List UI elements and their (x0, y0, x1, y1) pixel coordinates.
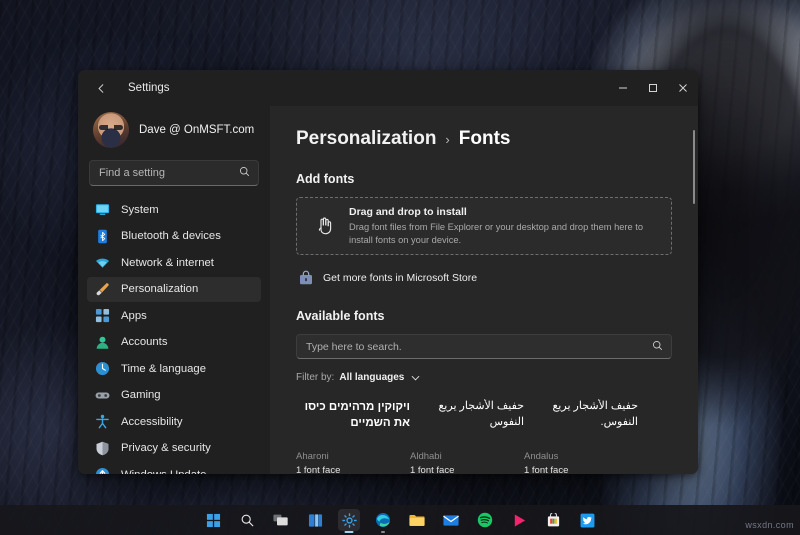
sidebar-item-label: Personalization (121, 283, 198, 295)
font-name: Aharoni (296, 451, 410, 462)
sidebar-item-windows-update[interactable]: Windows Update (87, 462, 261, 474)
fonts-search[interactable] (296, 334, 672, 359)
sidebar-item-network-internet[interactable]: Network & internet (87, 250, 261, 275)
sidebar-item-label: Accessibility (121, 416, 183, 428)
close-button[interactable] (668, 70, 698, 106)
spotify-app[interactable] (474, 509, 496, 531)
edge-browser[interactable] (372, 509, 394, 531)
network-icon (95, 255, 110, 270)
font-card[interactable]: ויקוקין מרהימים כיסו את השמייםAharoni 1 f… (296, 399, 410, 474)
settings-app[interactable] (338, 509, 360, 531)
fonts-search-input[interactable] (297, 341, 671, 353)
user-profile[interactable]: Dave @ OnMSFT.com (87, 106, 261, 160)
microsoft-store-icon (298, 270, 314, 286)
dropzone-title: Drag and drop to install (349, 206, 655, 218)
font-name: Aldhabi (410, 451, 524, 462)
font-card[interactable]: حفيف الأشجار يريع النفوس.Andalus 1 font f… (524, 399, 638, 474)
bluetooth-icon (95, 229, 110, 244)
breadcrumb-parent[interactable]: Personalization (296, 128, 436, 150)
file-explorer[interactable] (406, 509, 428, 531)
drag-drop-hand-icon (313, 214, 337, 238)
sidebar-item-label: Apps (121, 310, 147, 322)
get-more-fonts-link[interactable]: Get more fonts in Microsoft Store (296, 267, 672, 289)
sidebar-item-label: Windows Update (121, 469, 206, 475)
windows-update-icon (95, 467, 110, 474)
sidebar-item-personalization[interactable]: Personalization (87, 277, 261, 302)
sidebar-item-label: Network & internet (121, 257, 214, 269)
add-fonts-heading: Add fonts (296, 172, 672, 186)
font-card[interactable]: حفيف الأشجار يريع النفوسAldhabi 1 font fa… (410, 399, 524, 474)
system-icon (95, 202, 110, 217)
sidebar-item-label: Accounts (121, 336, 167, 348)
sidebar-item-time-language[interactable]: Time & language (87, 356, 261, 381)
media-player[interactable] (508, 509, 530, 531)
window-title: Settings (128, 82, 170, 94)
profile-name: Dave @ OnMSFT.com (139, 124, 254, 136)
breadcrumb: Personalization › Fonts (296, 128, 672, 150)
search-icon (239, 164, 250, 182)
get-more-fonts-label: Get more fonts in Microsoft Store (323, 272, 477, 284)
filter-by-control[interactable]: Filter by: All languages (296, 372, 672, 383)
shield-icon (95, 441, 110, 456)
gaming-controller-icon (95, 388, 110, 403)
sidebar-item-label: System (121, 204, 159, 216)
minimize-button[interactable] (608, 70, 638, 106)
personalization-brush-icon (95, 282, 110, 297)
sidebar-item-privacy-security[interactable]: Privacy & security (87, 436, 261, 461)
font-grid: ויקוקין מרהימים כיסו את השמייםAharoni1 f… (296, 399, 672, 474)
accessibility-icon (95, 414, 110, 429)
sidebar-item-label: Bluetooth & devices (121, 230, 221, 242)
page-title: Fonts (459, 128, 511, 150)
mail-app[interactable] (440, 509, 462, 531)
sidebar-item-system[interactable]: System (87, 197, 261, 222)
filter-value[interactable]: All languages (339, 372, 404, 383)
sidebar-item-gaming[interactable]: Gaming (87, 383, 261, 408)
chevron-down-icon[interactable] (411, 373, 420, 383)
watermark: wsxdn.com (745, 520, 794, 530)
maximize-button[interactable] (638, 70, 668, 106)
content-scrollbar[interactable] (693, 130, 695, 204)
sidebar-item-label: Gaming (121, 389, 161, 401)
sidebar-item-label: Time & language (121, 363, 206, 375)
window-titlebar[interactable]: Settings (78, 70, 698, 106)
accounts-icon (95, 335, 110, 350)
font-dropzone[interactable]: Drag and drop to install Drag font files… (296, 197, 672, 255)
font-face-count: 1 font face (524, 465, 638, 474)
microsoft-store[interactable] (542, 509, 564, 531)
window-controls (608, 70, 698, 106)
sidebar-item-accounts[interactable]: Accounts (87, 330, 261, 355)
avatar (93, 112, 129, 148)
settings-window: Settings Dave @ OnMSFT.com (78, 70, 698, 474)
dropzone-subtitle: Drag font files from File Explorer or yo… (349, 221, 655, 247)
twitter-app[interactable] (576, 509, 598, 531)
apps-icon (95, 308, 110, 323)
filter-label: Filter by: (296, 372, 334, 383)
search-icon (652, 338, 663, 356)
task-view-button[interactable] (270, 509, 292, 531)
settings-sidebar: Dave @ OnMSFT.com System Bluetooth & devi… (78, 106, 270, 474)
font-face-count: 1 font face (410, 465, 524, 474)
font-preview-text: حفيف الأشجار يريع النفوس. (524, 399, 638, 451)
sidebar-search[interactable] (89, 160, 259, 186)
sidebar-nav: System Bluetooth & devices Network & inter… (87, 196, 261, 474)
font-name: Andalus (524, 451, 638, 462)
back-arrow-icon[interactable] (88, 75, 114, 101)
search-button[interactable] (236, 509, 258, 531)
breadcrumb-separator: › (445, 132, 449, 147)
sidebar-item-apps[interactable]: Apps (87, 303, 261, 328)
sidebar-item-accessibility[interactable]: Accessibility (87, 409, 261, 434)
start-button[interactable] (202, 509, 224, 531)
font-preview-text: حفيف الأشجار يريع النفوس (410, 399, 524, 451)
settings-content: Personalization › Fonts Add fonts Drag (270, 106, 698, 474)
time-language-icon (95, 361, 110, 376)
font-face-count: 1 font face (296, 465, 410, 474)
sidebar-item-label: Privacy & security (121, 442, 211, 454)
sidebar-item-bluetooth-devices[interactable]: Bluetooth & devices (87, 224, 261, 249)
font-preview-text: ויקוקין מרהימים כיסו את השמיים (296, 399, 410, 451)
widgets-button[interactable] (304, 509, 326, 531)
taskbar (0, 505, 800, 535)
available-fonts-heading: Available fonts (296, 309, 672, 323)
